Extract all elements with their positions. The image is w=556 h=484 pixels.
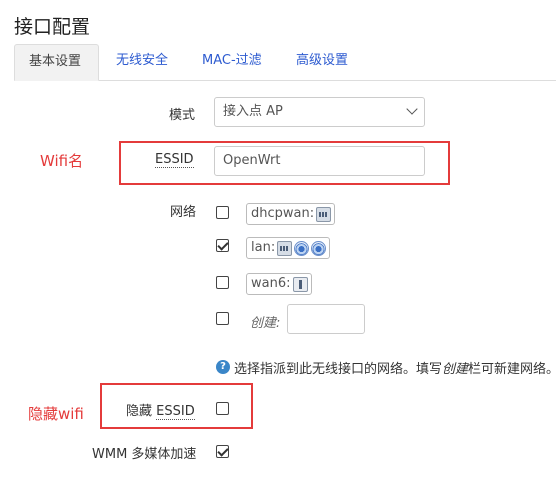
annotation-hide-wifi: 隐藏wifi — [28, 405, 84, 423]
chevron-down-icon — [406, 103, 418, 115]
mode-select[interactable]: 接入点 AP — [214, 97, 425, 127]
ethernet-icon — [277, 240, 293, 256]
network-option-dhcpwan[interactable]: dhcpwan: — [246, 203, 336, 225]
network-option-label: wan6: — [251, 276, 291, 291]
tab-mac-filter[interactable]: MAC-过滤 — [188, 44, 276, 81]
tab-wireless-security[interactable]: 无线安全 — [102, 44, 182, 81]
ethernet-icon — [316, 206, 332, 222]
wmm-label: WMM 多媒体加速 — [92, 447, 197, 462]
mode-label: 模式 — [168, 108, 195, 123]
network-help-text: 选择指派到此无线接口的网络。填写创建栏可新建网络。 — [234, 358, 556, 377]
hidden-essid-label-prefix: 隐藏 — [126, 404, 157, 419]
network-checkbox-create[interactable] — [216, 312, 229, 325]
network-option-label: dhcpwan: — [251, 206, 315, 221]
create-network-input[interactable] — [287, 304, 365, 334]
mode-select-value: 接入点 AP — [223, 104, 283, 119]
network-label: 网络 — [170, 205, 197, 220]
network-checkbox-dhcpwan[interactable] — [216, 206, 229, 219]
network-option-lan[interactable]: lan: — [246, 237, 331, 259]
create-label: 创建: — [250, 316, 281, 331]
network-option-wan6[interactable]: wan6: — [246, 273, 312, 295]
hidden-essid-label-term: ESSID — [156, 404, 195, 420]
network-checkbox-wan6[interactable] — [216, 276, 229, 289]
hidden-essid-label: 隐藏 ESSID — [126, 400, 195, 420]
hidden-essid-checkbox[interactable] — [216, 402, 229, 415]
usb-icon — [292, 276, 308, 292]
wifi-icon — [311, 240, 327, 256]
network-option-label: lan: — [251, 240, 276, 255]
wmm-checkbox[interactable] — [216, 445, 229, 458]
help-suffix: 栏可新建网络。 — [468, 362, 556, 377]
tab-advanced-settings[interactable]: 高级设置 — [282, 44, 362, 81]
essid-label-text: ESSID — [155, 152, 194, 168]
essid-input[interactable]: OpenWrt — [214, 146, 425, 176]
network-checkbox-lan[interactable] — [216, 239, 229, 252]
help-italic: 创建 — [442, 362, 469, 377]
help-prefix: 选择指派到此无线接口的网络。填写 — [234, 362, 443, 377]
wifi-icon — [294, 240, 310, 256]
annotation-wifi-name: Wifi名 — [40, 152, 84, 170]
tab-basic-settings[interactable]: 基本设置 — [14, 44, 99, 81]
info-icon: ? — [216, 360, 230, 374]
essid-label: ESSID — [155, 152, 194, 168]
page-title: 接口配置 — [14, 16, 91, 38]
